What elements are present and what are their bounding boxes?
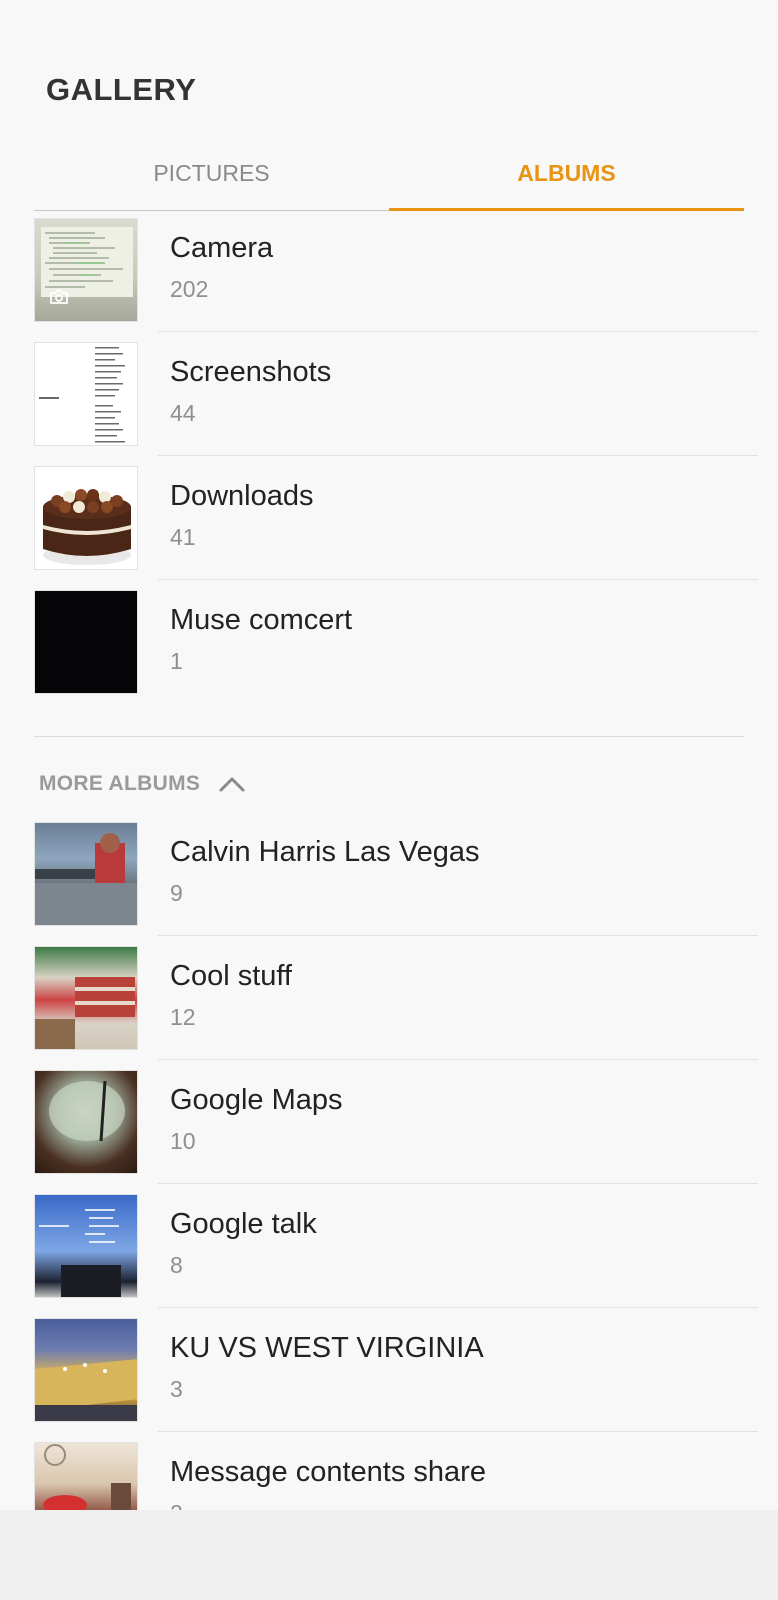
thumbnail-image [39,347,125,443]
album-name: Message contents share [170,1456,486,1488]
thumbnail-image [35,977,135,1049]
thumbnail-image [35,1359,137,1421]
album-count: 44 [170,400,196,426]
thumbnail-image [43,1444,131,1510]
album-name: Muse comcert [170,604,353,636]
album-name: Google Maps [170,1084,343,1116]
album-count: 12 [170,1004,196,1030]
album-row-google-maps[interactable]: Google Maps 10 [0,1060,778,1184]
album-list: Camera 202 Screenshots 44 Downloads 41 M… [0,208,778,704]
album-count: 1 [170,648,183,674]
album-row-google-talk[interactable]: Google talk 8 [0,1184,778,1308]
album-thumbnail [34,466,138,570]
album-row-muse-comcert[interactable]: Muse comcert 1 [0,580,778,704]
album-count: 3 [170,1376,183,1402]
album-thumbnail [34,1070,138,1174]
thumbnail-image [35,833,137,925]
scroll-area[interactable]: GALLERY PICTURES ALBUMS Camera 202 Scree… [0,0,778,1510]
album-thumbnail [34,218,138,322]
album-thumbnail [34,342,138,446]
album-name: Calvin Harris Las Vegas [170,836,480,868]
album-row-ku-vs-west-virginia[interactable]: KU VS WEST VIRGINIA 3 [0,1308,778,1432]
more-album-list: Calvin Harris Las Vegas 9 Cool stuff 12 [0,812,778,1510]
camera-icon [50,289,68,304]
tab-bar: PICTURES ALBUMS [34,150,744,212]
app-title: GALLERY [46,72,197,107]
album-count: 10 [170,1128,196,1154]
album-name: KU VS WEST VIRGINIA [170,1332,484,1364]
album-row-camera[interactable]: Camera 202 [0,208,778,332]
gallery-screen: GALLERY PICTURES ALBUMS Camera 202 Scree… [0,0,778,1600]
album-row-cool-stuff[interactable]: Cool stuff 12 [0,936,778,1060]
section-divider [34,736,744,737]
album-thumbnail [34,946,138,1050]
more-albums-toggle[interactable]: MORE ALBUMS [39,764,246,804]
album-name: Downloads [170,480,314,512]
more-albums-label: MORE ALBUMS [39,772,201,795]
album-row-screenshots[interactable]: Screenshots 44 [0,332,778,456]
tab-albums[interactable]: ALBUMS [389,150,744,210]
album-count: 9 [170,880,183,906]
thumbnail-image [43,489,131,565]
bottom-bar [0,1510,778,1600]
album-count: 202 [170,276,209,302]
thumbnail-image [39,1209,121,1297]
album-name: Cool stuff [170,960,292,992]
album-name: Google talk [170,1208,317,1240]
album-count: 2 [170,1500,183,1510]
chevron-up-icon [219,777,245,792]
album-count: 41 [170,524,196,550]
tab-pictures[interactable]: PICTURES [34,150,389,210]
thumbnail-image [49,1080,125,1142]
album-name: Camera [170,232,274,264]
album-name: Screenshots [170,356,332,388]
album-row-downloads[interactable]: Downloads 41 [0,456,778,580]
album-row-calvin-harris[interactable]: Calvin Harris Las Vegas 9 [0,812,778,936]
album-thumbnail [34,1442,138,1510]
album-count: 8 [170,1252,183,1278]
album-row-message-contents-share[interactable]: Message contents share 2 [0,1432,778,1510]
thumbnail-image [41,227,133,297]
album-thumbnail [34,1318,138,1422]
album-thumbnail [34,590,138,694]
album-thumbnail [34,822,138,926]
album-thumbnail [34,1194,138,1298]
